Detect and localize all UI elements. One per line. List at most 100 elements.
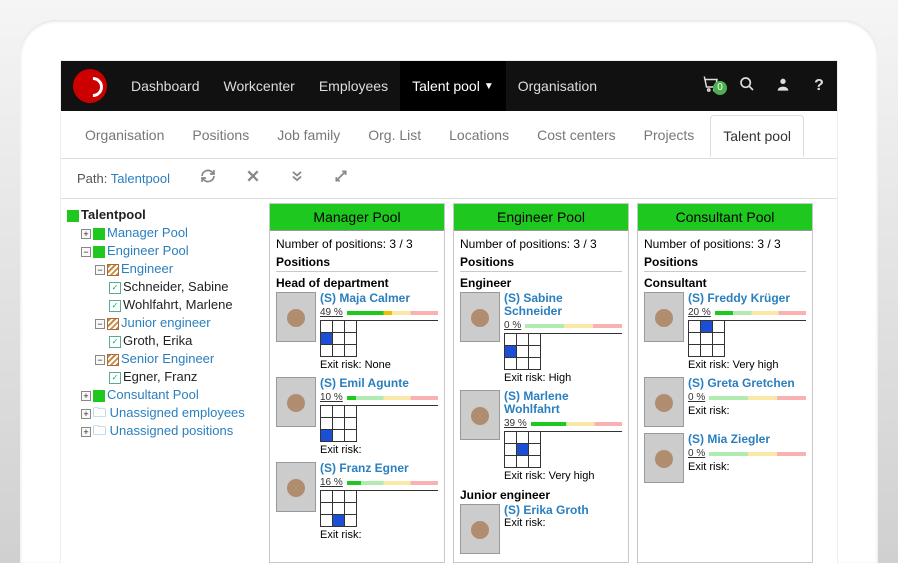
percent-bar — [347, 481, 438, 485]
help-icon[interactable]: ? — [801, 77, 837, 95]
collapse-icon[interactable]: − — [95, 265, 105, 275]
employee-name-link[interactable]: (S) Erika Groth — [504, 504, 622, 517]
tree-node-engineer[interactable]: −Engineer ✓Schneider, Sabine ✓Wohlfahrt,… — [95, 260, 257, 313]
pool-header[interactable]: Engineer Pool — [454, 204, 628, 231]
expand-down-icon[interactable] — [290, 169, 304, 188]
employee-row: (S) Mia Ziegler0 %Exit risk: — [644, 433, 806, 483]
app-logo-icon[interactable] — [73, 69, 107, 103]
tree-leaf[interactable]: ✓Schneider, Sabine — [109, 278, 257, 295]
fullscreen-icon[interactable] — [334, 169, 348, 188]
percent-value: 16 % — [320, 477, 343, 488]
nine-box-grid — [320, 490, 438, 527]
nav-item-dashboard[interactable]: Dashboard — [119, 61, 212, 111]
pool-header[interactable]: Manager Pool — [270, 204, 444, 231]
tree-leaf[interactable]: ✓Egner, Franz — [109, 368, 257, 385]
exit-risk: Exit risk: Very high — [688, 359, 806, 371]
avatar[interactable] — [644, 292, 684, 342]
avatar[interactable] — [644, 433, 684, 483]
percent-value: 39 % — [504, 418, 527, 429]
tree-node-consultant-pool[interactable]: +Consultant Pool — [81, 386, 257, 403]
expand-icon[interactable]: + — [81, 229, 91, 239]
employee-row: (S) Greta Gretchen0 %Exit risk: — [644, 377, 806, 427]
subtab-talent-pool[interactable]: Talent pool — [710, 115, 804, 157]
sub-tabs: OrganisationPositionsJob familyOrg. List… — [61, 111, 837, 159]
role-header: Consultant — [644, 276, 806, 290]
subtab-projects[interactable]: Projects — [632, 115, 707, 155]
expand-icon[interactable]: + — [81, 427, 91, 437]
tree-node-senior-engineer[interactable]: −Senior Engineer ✓Egner, Franz — [95, 350, 257, 385]
tree-node-unassigned-employees[interactable]: +🗀 Unassigned employees — [81, 404, 257, 421]
avatar[interactable] — [460, 292, 500, 342]
nine-box-grid — [504, 333, 622, 370]
subtab-org-list[interactable]: Org. List — [356, 115, 433, 155]
path-bar: Path: Talentpool — [61, 159, 837, 199]
avatar[interactable] — [460, 390, 500, 440]
path-link[interactable]: Talentpool — [111, 171, 170, 186]
employee-name-link[interactable]: (S) Mia Ziegler — [688, 433, 806, 446]
nine-box-grid — [320, 405, 438, 442]
cart-badge: 0 — [713, 81, 727, 95]
user-icon[interactable] — [765, 76, 801, 97]
percent-value: 0 % — [688, 448, 705, 459]
expand-icon[interactable]: + — [81, 409, 91, 419]
employee-row: (S) Sabine Schneider0 %Exit risk: High — [460, 292, 622, 384]
tree-leaf[interactable]: ✓Groth, Erika — [109, 332, 257, 349]
path-label: Path: — [77, 171, 107, 186]
refresh-icon[interactable] — [200, 168, 216, 189]
close-icon[interactable] — [246, 169, 260, 188]
role-header: Head of department — [276, 276, 438, 290]
tree-node-engineer-pool[interactable]: −Engineer Pool −Engineer ✓Schneider, Sab… — [81, 242, 257, 385]
nav-item-talent-pool[interactable]: Talent pool▼ — [400, 61, 506, 111]
employee-info: (S) Marlene Wohlfahrt39 %Exit risk: Very… — [504, 390, 622, 482]
employee-info: (S) Franz Egner16 %Exit risk: — [320, 462, 438, 541]
employee-name-link[interactable]: (S) Marlene Wohlfahrt — [504, 390, 622, 416]
positions-section-header: Positions — [276, 255, 438, 272]
pool-card: Consultant Pool Number of positions: 3 / … — [637, 203, 813, 563]
workspace: Talentpool +Manager Pool −Engineer Pool … — [61, 199, 837, 563]
collapse-icon[interactable]: − — [81, 247, 91, 257]
percent-bar — [525, 324, 622, 328]
exit-risk: Exit risk: None — [320, 359, 438, 371]
exit-risk: Exit risk: High — [504, 372, 622, 384]
subtab-cost-centers[interactable]: Cost centers — [525, 115, 628, 155]
avatar[interactable] — [644, 377, 684, 427]
employee-name-link[interactable]: (S) Maja Calmer — [320, 292, 438, 305]
employee-name-link[interactable]: (S) Greta Gretchen — [688, 377, 806, 390]
subtab-positions[interactable]: Positions — [180, 115, 261, 155]
nine-box-grid — [504, 431, 622, 468]
nav-item-employees[interactable]: Employees — [307, 61, 400, 111]
collapse-icon[interactable]: − — [95, 319, 105, 329]
folder-icon: 🗀 — [93, 405, 106, 420]
employee-name-link[interactable]: (S) Franz Egner — [320, 462, 438, 475]
employee-row: (S) Franz Egner16 %Exit risk: — [276, 462, 438, 541]
employee-name-link[interactable]: (S) Sabine Schneider — [504, 292, 622, 318]
search-icon[interactable] — [729, 76, 765, 97]
employee-name-link[interactable]: (S) Freddy Krüger — [688, 292, 806, 305]
expand-icon[interactable]: + — [81, 391, 91, 401]
employee-info: (S) Maja Calmer49 %Exit risk: None — [320, 292, 438, 371]
avatar[interactable] — [276, 292, 316, 342]
tree-node-manager-pool[interactable]: +Manager Pool — [81, 224, 257, 241]
positions-section-header: Positions — [460, 255, 622, 272]
avatar[interactable] — [276, 377, 316, 427]
avatar[interactable] — [460, 504, 500, 554]
positions-count: Number of positions: 3 / 3 — [644, 237, 806, 251]
nav-item-organisation[interactable]: Organisation — [506, 61, 609, 111]
app-window: DashboardWorkcenterEmployeesTalent pool▼… — [60, 60, 838, 563]
subtab-organisation[interactable]: Organisation — [73, 115, 176, 155]
subtab-locations[interactable]: Locations — [437, 115, 521, 155]
pool-header[interactable]: Consultant Pool — [638, 204, 812, 231]
avatar[interactable] — [276, 462, 316, 512]
tree-panel: Talentpool +Manager Pool −Engineer Pool … — [61, 199, 261, 563]
tree-node-unassigned-positions[interactable]: +🗀 Unassigned positions — [81, 422, 257, 439]
subtab-job-family[interactable]: Job family — [265, 115, 352, 155]
pool-card: Manager PoolNumber of positions: 3 / 3Po… — [269, 203, 445, 563]
tree-root[interactable]: Talentpool +Manager Pool −Engineer Pool … — [67, 206, 257, 439]
cart-icon[interactable]: 0 — [693, 75, 729, 98]
collapse-icon[interactable]: − — [95, 355, 105, 365]
employee-name-link[interactable]: (S) Emil Agunte — [320, 377, 438, 390]
employee-info: (S) Greta Gretchen0 %Exit risk: — [688, 377, 806, 427]
nav-item-workcenter[interactable]: Workcenter — [212, 61, 307, 111]
tree-leaf[interactable]: ✓Wohlfahrt, Marlene — [109, 296, 257, 313]
tree-node-junior-engineer[interactable]: −Junior engineer ✓Groth, Erika — [95, 314, 257, 349]
